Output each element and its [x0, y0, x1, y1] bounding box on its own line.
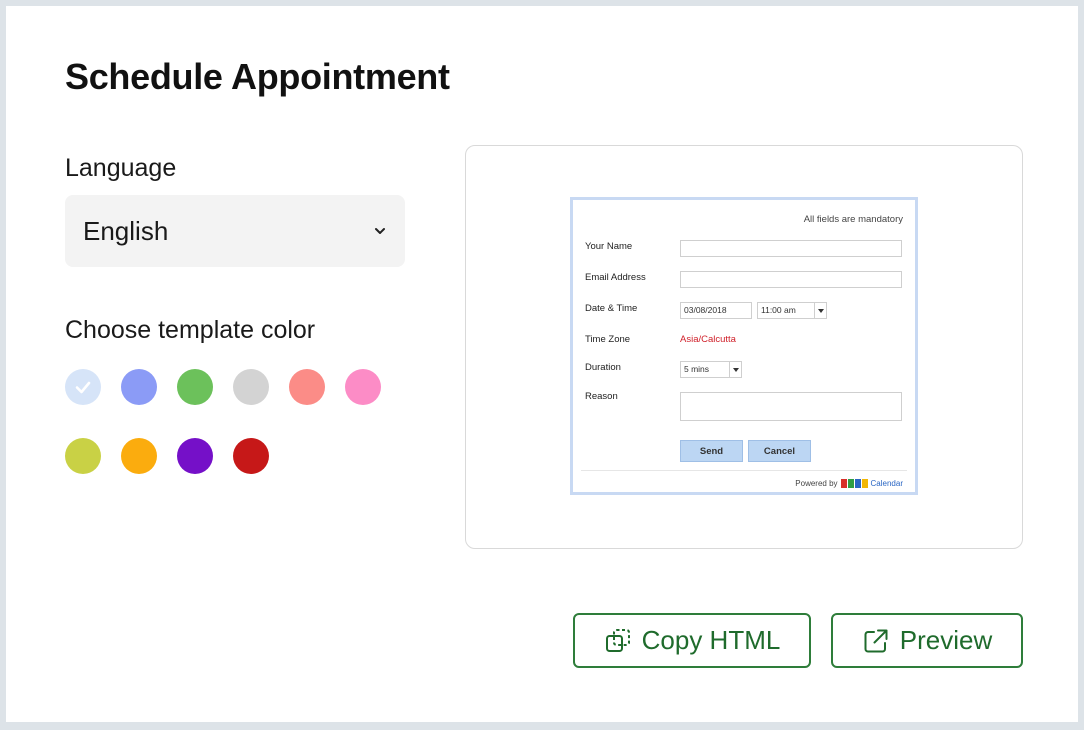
template-color-label: Choose template color	[65, 316, 316, 344]
external-link-icon	[864, 629, 888, 652]
reason-label: Reason	[585, 391, 618, 402]
swatch-red[interactable]	[233, 438, 269, 474]
timezone-value: Asia/Calcutta	[680, 334, 736, 345]
language-selected-value: English	[83, 215, 169, 246]
swatch-purple[interactable]	[177, 438, 213, 474]
name-input[interactable]	[680, 240, 902, 257]
email-input[interactable]	[680, 271, 902, 288]
send-button[interactable]: Send	[680, 440, 743, 462]
reason-textarea[interactable]	[680, 392, 902, 421]
copy-html-label: Copy HTML	[641, 625, 781, 655]
powered-by-label: Powered by	[795, 479, 838, 488]
powered-by: Powered by Calendar	[795, 479, 903, 488]
mandatory-note: All fields are mandatory	[803, 214, 903, 225]
cancel-button[interactable]: Cancel	[748, 440, 811, 462]
duration-label: Duration	[585, 362, 621, 373]
swatch-orange[interactable]	[121, 438, 157, 474]
datetime-label: Date & Time	[585, 303, 638, 314]
form-divider	[581, 470, 907, 471]
copy-icon	[605, 628, 630, 652]
swatch-salmon[interactable]	[289, 369, 325, 405]
dropdown-arrow-icon	[814, 303, 826, 318]
chevron-down-icon	[375, 228, 385, 234]
preview-label: Preview	[899, 625, 993, 655]
duration-value: 5 mins	[684, 364, 710, 374]
page-title: Schedule Appointment	[65, 56, 450, 97]
swatch-pink[interactable]	[345, 369, 381, 405]
zoho-logo-icon	[840, 479, 868, 488]
swatch-green[interactable]	[177, 369, 213, 405]
timezone-label: Time Zone	[585, 334, 631, 345]
date-input[interactable]: 03/08/2018	[680, 302, 752, 319]
swatch-periwinkle[interactable]	[121, 369, 157, 405]
check-icon	[75, 381, 91, 394]
dropdown-arrow-icon	[729, 362, 741, 377]
email-label: Email Address	[585, 272, 646, 283]
copy-html-button[interactable]: Copy HTML	[573, 613, 811, 668]
swatch-light-gray[interactable]	[233, 369, 269, 405]
template-preview: All fields are mandatory Your Name Email…	[465, 145, 1023, 549]
swatch-light-blue[interactable]	[65, 369, 101, 405]
schedule-appointment-card: Schedule Appointment Language English Ch…	[6, 6, 1078, 722]
duration-select[interactable]: 5 mins	[680, 361, 742, 378]
language-select[interactable]: English	[65, 195, 405, 267]
language-label: Language	[65, 154, 177, 182]
name-label: Your Name	[585, 241, 633, 252]
preview-form: All fields are mandatory Your Name Email…	[570, 197, 918, 495]
calendar-brand: Calendar	[870, 479, 903, 488]
swatch-olive[interactable]	[65, 438, 101, 474]
time-value: 11:00 am	[761, 305, 796, 315]
time-select[interactable]: 11:00 am	[757, 302, 827, 319]
preview-button[interactable]: Preview	[831, 613, 1023, 668]
